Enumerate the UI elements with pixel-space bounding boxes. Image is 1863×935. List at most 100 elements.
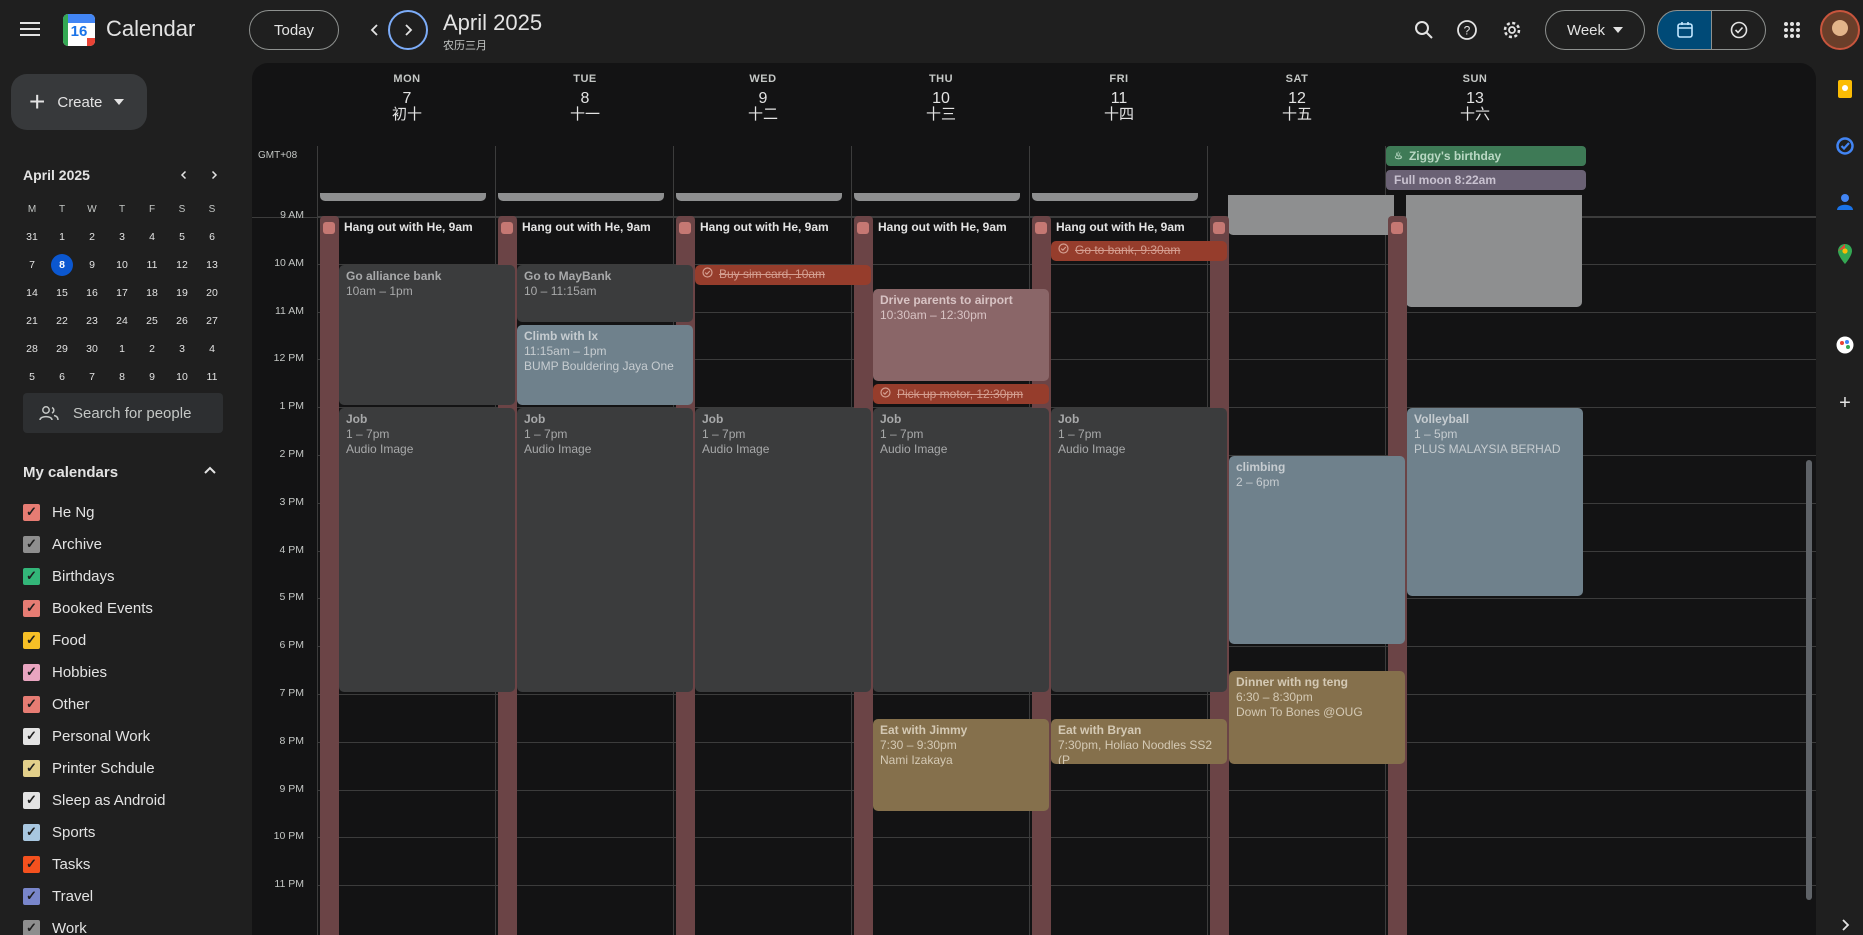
mini-day[interactable]: 18 [137,287,167,299]
mini-day[interactable]: 6 [47,371,77,383]
mini-day[interactable]: 2 [137,343,167,355]
settings-button[interactable] [1494,12,1530,48]
contacts-icon[interactable] [1835,192,1855,212]
event-job[interactable]: Job 1 – 7pm Audio Image [873,408,1049,692]
mini-day[interactable]: 4 [137,231,167,243]
event-job[interactable]: Job 1 – 7pm Audio Image [1051,408,1227,692]
day-header[interactable]: SUN 13 十六 [1369,73,1581,123]
mini-day[interactable]: 5 [17,371,47,383]
keep-icon[interactable] [1835,79,1855,99]
checkbox-icon[interactable]: ✓ [23,695,40,713]
calendar-item[interactable]: ✓ Work [23,912,223,935]
mini-day[interactable]: 4 [197,343,227,355]
search-button[interactable] [1406,12,1442,48]
mini-day[interactable]: 15 [47,287,77,299]
collapse-my-calendars-button[interactable] [203,462,217,480]
mini-day[interactable]: 20 [197,287,227,299]
mini-day[interactable]: 21 [17,315,47,327]
calendar-item[interactable]: ✓ Personal Work [23,720,223,752]
view-selector[interactable]: Week [1545,10,1645,50]
mini-day[interactable]: 8 [107,371,137,383]
task-pick-up-motor[interactable]: Pick up motor, 12:30pm [873,384,1049,405]
calendar-item[interactable]: ✓ Sports [23,816,223,848]
help-button[interactable]: ? [1449,12,1485,48]
mini-day[interactable]: 9 [77,259,107,271]
create-button[interactable]: + Create [11,74,147,130]
tasks-icon[interactable] [1835,136,1855,156]
calendar-item[interactable]: ✓ Printer Schdule [23,752,223,784]
checkbox-icon[interactable]: ✓ [23,599,40,617]
add-addon-icon[interactable]: + [1835,392,1855,414]
mini-day[interactable]: 5 [167,231,197,243]
calendar-item[interactable]: ✓ Food [23,624,223,656]
mini-day[interactable]: 27 [197,315,227,327]
mini-day[interactable]: 11 [137,259,167,271]
event-eat-with-jimmy[interactable]: Eat with Jimmy 7:30 – 9:30pm Nami Izakaya [873,718,1049,812]
event-go-to-maybank[interactable]: Go to MayBank 10 – 11:15am [517,264,693,322]
mini-day[interactable]: 22 [47,315,77,327]
mini-day[interactable]: 1 [107,343,137,355]
task-buy-sim-card[interactable]: Buy sim card, 10am [695,264,871,285]
event-job[interactable]: Job 1 – 7pm Audio Image [695,408,871,692]
checkbox-icon[interactable]: ✓ [23,567,40,585]
today-button[interactable]: Today [249,10,339,50]
addon-icon[interactable] [1835,335,1855,355]
mini-day[interactable]: 24 [107,315,137,327]
mini-day[interactable]: 8 [47,254,77,276]
event-job[interactable]: Job 1 – 7pm Audio Image [339,408,515,692]
event-drive-parents-airport[interactable]: Drive parents to airport 10:30am – 12:30p… [873,288,1049,382]
mini-day[interactable]: 23 [77,315,107,327]
calendar-view-toggle[interactable] [1657,10,1712,50]
mini-day[interactable]: 10 [107,259,137,271]
main-menu-button[interactable] [20,20,42,38]
mini-day[interactable]: 25 [137,315,167,327]
checkbox-icon[interactable]: ✓ [23,823,40,841]
mini-prev-month-button[interactable] [173,164,195,186]
calendar-item[interactable]: ✓ Tasks [23,848,223,880]
mini-day[interactable]: 9 [137,371,167,383]
mini-day[interactable]: 6 [197,231,227,243]
allday-event[interactable]: Full moon 8:22am [1386,170,1586,190]
mini-next-month-button[interactable] [203,164,225,186]
checkbox-icon[interactable]: ✓ [23,727,40,745]
event-go-alliance-bank[interactable]: Go alliance bank 10am – 1pm [339,264,515,406]
checkbox-icon[interactable]: ✓ [23,503,40,521]
checkbox-icon[interactable]: ✓ [23,535,40,553]
calendar-item[interactable]: ✓ Travel [23,880,223,912]
mini-day[interactable]: 13 [197,259,227,271]
mini-day[interactable]: 3 [107,231,137,243]
mini-day[interactable]: 10 [167,371,197,383]
mini-day[interactable]: 17 [107,287,137,299]
calendar-item[interactable]: ✓ Archive [23,528,223,560]
mini-day[interactable]: 26 [167,315,197,327]
task-go-to-bank[interactable]: Go to bank, 9:30am [1051,240,1227,261]
event-volleyball[interactable]: Volleyball 1 – 5pm PLUS MALAYSIA BERHAD [1407,408,1583,597]
apps-button[interactable] [1774,12,1810,48]
mini-day[interactable]: 29 [47,343,77,355]
mini-day[interactable]: 7 [77,371,107,383]
checkbox-icon[interactable]: ✓ [23,791,40,809]
mini-day[interactable]: 31 [17,231,47,243]
search-people-input[interactable]: Search for people [23,393,223,433]
grid-scrollbar[interactable] [1806,460,1812,900]
checkbox-icon[interactable]: ✓ [23,759,40,777]
tasks-view-toggle[interactable] [1711,10,1766,50]
morning-event-sliver[interactable] [676,193,842,201]
mini-day[interactable]: 2 [77,231,107,243]
mini-day[interactable]: 11 [197,371,227,383]
event-dinner-ng-teng[interactable]: Dinner with ng teng 6:30 – 8:30pm Down To … [1229,671,1405,764]
mini-day[interactable]: 3 [167,343,197,355]
morning-event-sliver[interactable] [854,193,1020,201]
calendar-item[interactable]: ✓ Booked Events [23,592,223,624]
mini-day[interactable]: 30 [77,343,107,355]
next-week-button[interactable] [388,10,428,50]
mini-day[interactable]: 7 [17,259,47,271]
event-climb-with-lx[interactable]: Climb with lx 11:15am – 1pm BUMP Boulderin… [517,324,693,406]
calendar-item[interactable]: ✓ Hobbies [23,656,223,688]
morning-event-sliver[interactable] [498,193,664,201]
morning-event-sliver[interactable] [320,193,486,201]
event-climbing[interactable]: climbing 2 – 6pm [1229,456,1405,645]
maps-icon[interactable] [1835,244,1855,264]
calendar-item[interactable]: ✓ Other [23,688,223,720]
my-calendars-heading[interactable]: My calendars [23,464,118,481]
